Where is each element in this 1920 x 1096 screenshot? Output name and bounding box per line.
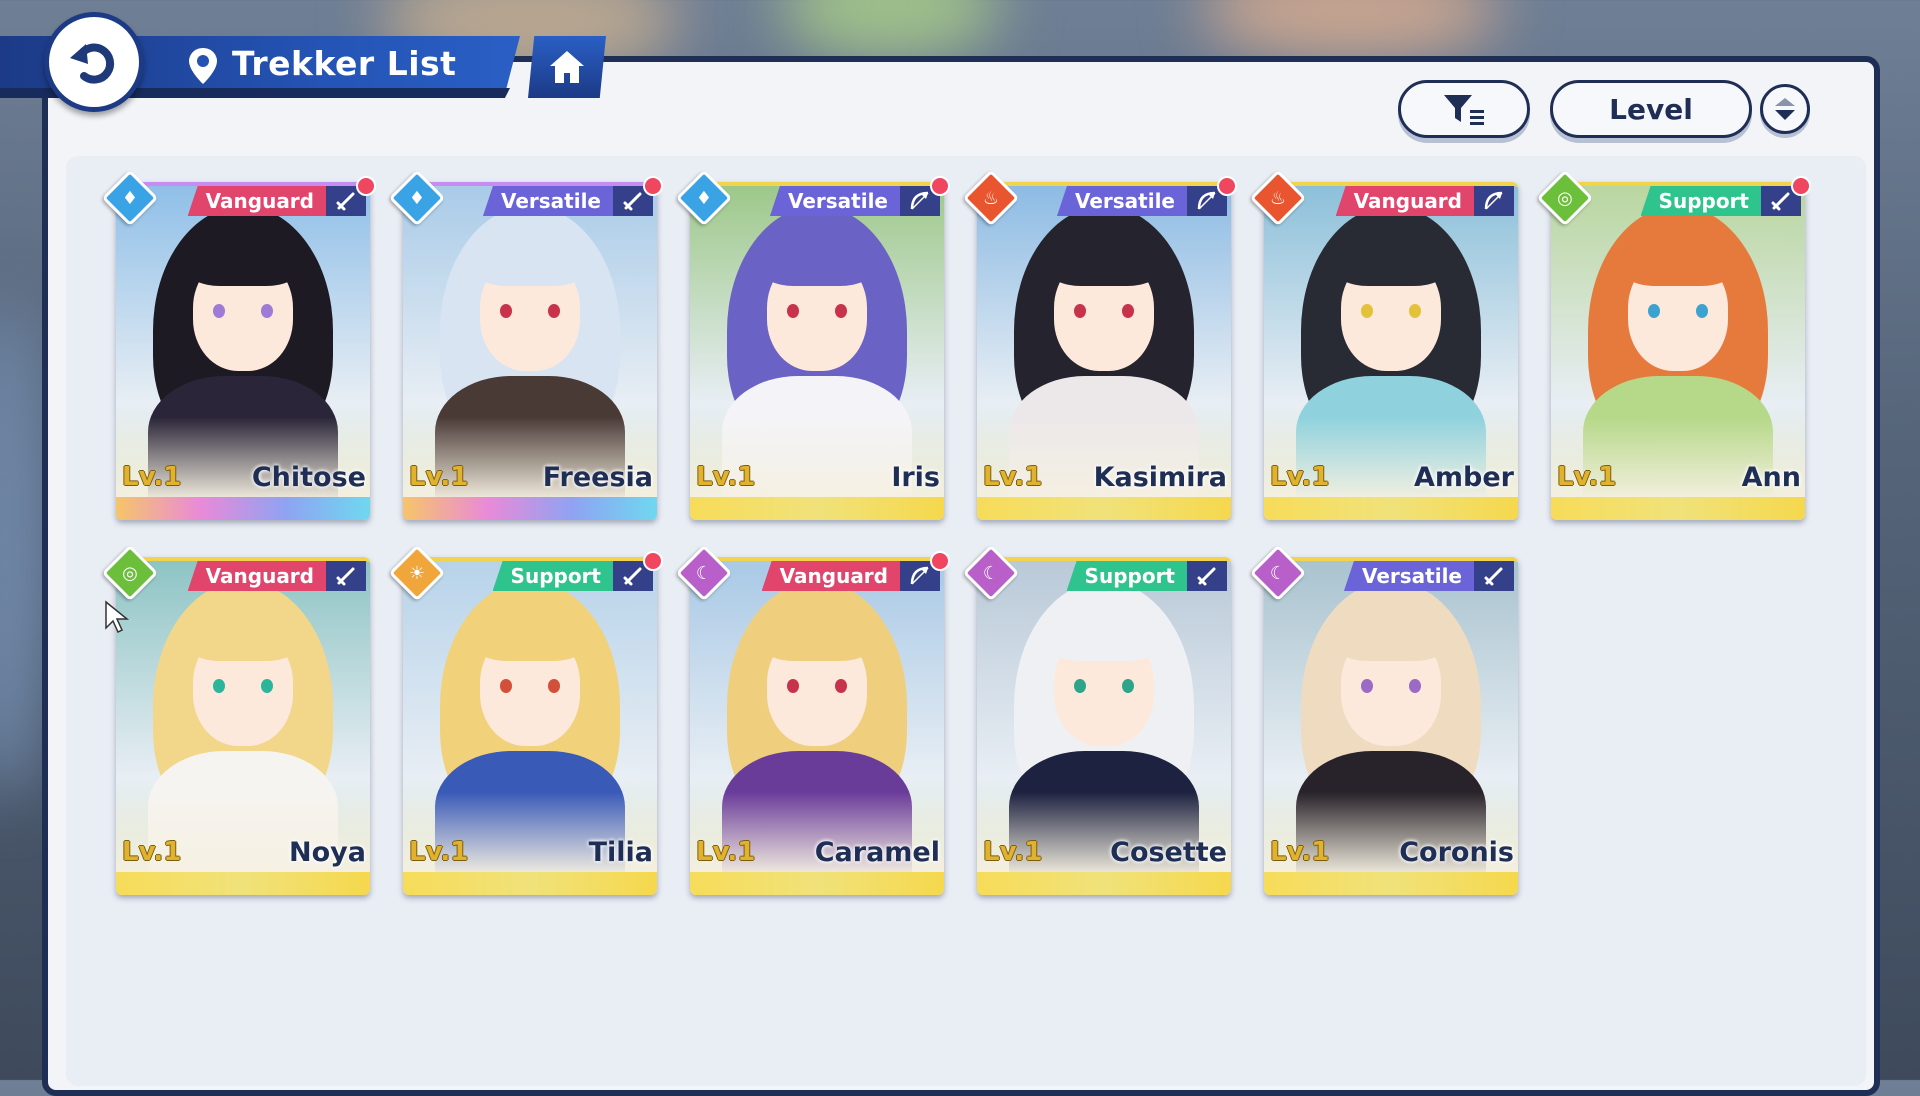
trekker-name: Iris [891,462,940,493]
rarity-bar [977,872,1231,895]
trekker-card[interactable]: Lv.1 Ann Support ◎ [1536,169,1811,520]
home-button[interactable] [528,36,606,98]
trekker-portrait [403,557,657,872]
role-badge: Versatile [482,186,613,216]
trekker-portrait [977,557,1231,872]
role-badge: Vanguard [187,561,326,591]
rarity-bar [403,872,657,895]
role-badge: Versatile [1343,561,1474,591]
trekker-name: Caramel [814,837,940,868]
trekker-card[interactable]: Lv.1 Iris Versatile ♦ [675,169,950,520]
background-blob [1200,0,1500,60]
trekker-portrait [1264,182,1518,497]
trekker-level: Lv.1 [983,837,1043,867]
page-title: Trekker List [232,44,457,83]
bow-icon [1474,186,1514,216]
trekker-level: Lv.1 [122,462,182,492]
trekker-card[interactable]: Lv.1 Amber Vanguard ♨ [1249,169,1518,520]
rarity-bar [1264,872,1518,895]
trekker-card[interactable]: Lv.1 Noya Vanguard ◎ [101,544,370,895]
trekker-portrait [1264,557,1518,872]
map-pin-icon [189,48,217,84]
trekker-name: Amber [1414,462,1514,493]
new-badge [930,176,950,196]
trekker-level: Lv.1 [409,837,469,867]
trekker-card[interactable]: Lv.1 Coronis Versatile ☾ [1249,544,1518,895]
new-badge [1791,176,1811,196]
sort-order-icon [1775,98,1795,120]
role-badge: Vanguard [1335,186,1474,216]
mouse-cursor-icon [105,600,130,634]
trekker-card[interactable]: Lv.1 Caramel Vanguard ☾ [675,544,950,895]
new-badge [930,551,950,571]
role-badge: Support [492,561,613,591]
rarity-bar [1264,497,1518,520]
trekker-name: Tilia [588,837,653,868]
trekker-card[interactable]: Lv.1 Freesia Versatile ♦ [388,169,663,520]
filter-button[interactable] [1398,80,1530,138]
trekker-level: Lv.1 [696,837,756,867]
role-badge: Support [1640,186,1761,216]
trekker-card[interactable]: Lv.1 Kasimira Versatile ♨ [962,169,1237,520]
filter-icon [1444,95,1484,125]
new-badge [643,551,663,571]
new-badge [1217,176,1237,196]
trekker-portrait [977,182,1231,497]
sword-icon [326,561,366,591]
trekker-portrait [403,182,657,497]
trekker-level: Lv.1 [696,462,756,492]
rarity-bar [403,497,657,520]
trekker-portrait [1551,182,1805,497]
trekker-portrait [116,182,370,497]
background-blob [780,0,1000,60]
trekker-name: Kasimira [1093,462,1227,493]
trekker-name: Chitose [251,462,366,493]
trekker-name: Coronis [1399,837,1514,868]
rarity-bar [1551,497,1805,520]
trekker-level: Lv.1 [1270,462,1330,492]
trekker-name: Freesia [542,462,653,493]
trekker-level: Lv.1 [409,462,469,492]
trekker-name: Noya [289,837,366,868]
role-badge: Support [1066,561,1187,591]
trekker-level: Lv.1 [1270,837,1330,867]
rarity-bar [116,872,370,895]
sort-order-button[interactable] [1760,84,1810,134]
trekker-card[interactable]: Lv.1 Tilia Support ☀ [388,544,663,895]
trekker-level: Lv.1 [122,837,182,867]
trekker-name: Cosette [1110,837,1227,868]
trekker-portrait [116,557,370,872]
new-badge [356,176,376,196]
back-arrow-icon [70,43,115,84]
sword-icon [1474,561,1514,591]
role-badge: Vanguard [187,186,326,216]
trekker-portrait [690,182,944,497]
role-badge: Vanguard [761,561,900,591]
role-badge: Versatile [769,186,900,216]
new-badge [643,176,663,196]
trekker-level: Lv.1 [983,462,1043,492]
trekker-portrait [690,557,944,872]
rarity-bar [690,872,944,895]
trekker-card[interactable]: Lv.1 Cosette Support ☾ [962,544,1231,895]
rarity-bar [116,497,370,520]
role-badge: Versatile [1056,186,1187,216]
rarity-bar [690,497,944,520]
trekker-level: Lv.1 [1557,462,1617,492]
sort-by-button[interactable]: Level [1550,80,1752,138]
home-icon [550,51,584,83]
trekker-name: Ann [1741,462,1801,493]
sword-icon [1187,561,1227,591]
back-button[interactable] [44,12,144,112]
trekker-card[interactable]: Lv.1 Chitose Vanguard ♦ [101,169,376,520]
rarity-bar [977,497,1231,520]
